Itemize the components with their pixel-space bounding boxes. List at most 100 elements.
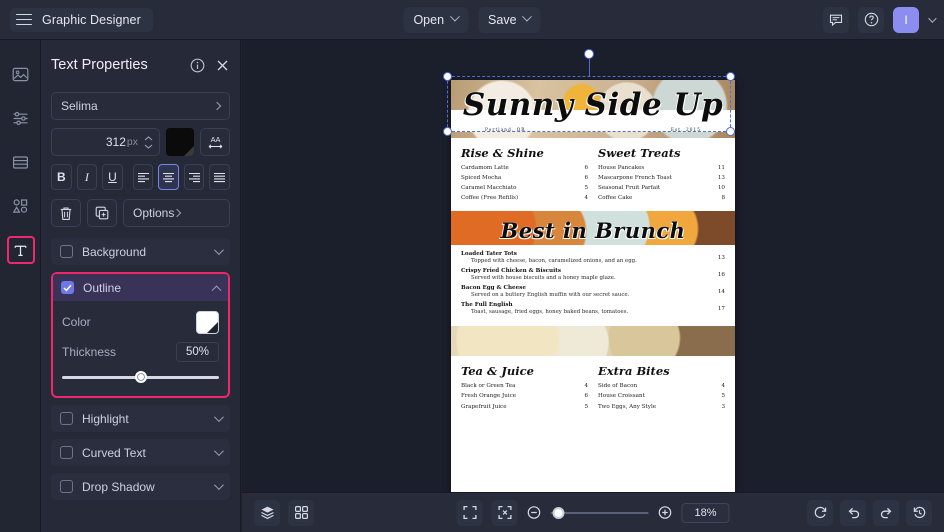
letter-spacing-button[interactable]: AA (200, 128, 230, 156)
menu-column-rise-and-shine[interactable]: Rise & Shine Cardamom Latte 6 Spiced Moc… (461, 146, 588, 205)
zoom-in-button[interactable] (657, 505, 672, 520)
menu-item: Two Eggs, Any Style 3 (598, 404, 725, 411)
outline-color-swatch[interactable] (196, 311, 219, 334)
hamburger-icon[interactable] (16, 14, 32, 26)
delete-button[interactable] (51, 199, 81, 227)
item-price: 5 (578, 404, 588, 411)
font-size-unit: px (127, 136, 138, 148)
section-background[interactable]: Background (51, 238, 230, 265)
stepper-up-icon[interactable] (144, 136, 153, 141)
font-family-select[interactable]: Selima (51, 92, 230, 120)
chevron-up-icon[interactable] (212, 285, 222, 295)
align-center-button[interactable] (158, 164, 179, 190)
avatar[interactable]: I (893, 7, 919, 33)
item-price: 13 (712, 175, 725, 182)
document-title-object[interactable]: Sunny Side Up (451, 90, 735, 121)
font-size-stepper[interactable] (144, 136, 153, 149)
chevron-down-icon[interactable] (214, 245, 224, 255)
section-curved-text[interactable]: Curved Text (51, 439, 230, 466)
account-chevron-down-icon[interactable] (928, 14, 936, 22)
item-name: Crispy Fried Chicken & Biscuits (461, 268, 725, 275)
file-actions: Open Save (403, 7, 540, 33)
item-price: 5 (578, 185, 588, 192)
menu-item: Grapefruit Juice 5 (461, 404, 588, 411)
history-button[interactable] (906, 500, 932, 526)
rail-item-images[interactable] (0, 52, 41, 96)
item-name: House Pancakes (598, 165, 712, 172)
brand-menu-button[interactable]: Graphic Designer (10, 8, 153, 32)
chevron-right-icon (213, 102, 221, 110)
menu-column-sweet-treats[interactable]: Sweet Treats House Pancakes 11 Mascarpon… (598, 146, 725, 205)
text-color-swatch[interactable] (166, 128, 194, 156)
save-button[interactable]: Save (478, 7, 541, 33)
background-checkbox[interactable] (60, 245, 73, 258)
zoom-slider[interactable] (550, 506, 648, 520)
align-left-button[interactable] (133, 164, 154, 190)
highlight-checkbox[interactable] (60, 412, 73, 425)
refresh-button[interactable] (807, 500, 833, 526)
zoom-controls: 18% (456, 500, 729, 526)
grid-button[interactable] (288, 500, 314, 526)
zoom-level-input[interactable]: 18% (681, 503, 729, 523)
info-button[interactable] (190, 58, 205, 73)
bottom-bar: 18% (242, 492, 944, 532)
stepper-down-icon[interactable] (144, 144, 153, 149)
align-justify-button[interactable] (209, 164, 230, 190)
comment-button[interactable] (823, 7, 849, 33)
rail-item-shapes[interactable] (0, 184, 41, 228)
slider-knob[interactable] (135, 371, 147, 383)
duplicate-button[interactable] (87, 199, 117, 227)
options-button[interactable]: Options (123, 199, 230, 227)
chevron-down-icon[interactable] (214, 446, 224, 456)
open-button[interactable]: Open (403, 7, 468, 33)
zoom-slider-knob[interactable] (552, 507, 564, 519)
section-drop-shadow[interactable]: Drop Shadow (51, 473, 230, 500)
item-price: 3 (715, 404, 725, 411)
layers-button[interactable] (254, 500, 280, 526)
document-artboard[interactable]: Sunny Side Up Portland, OR Est. 2015 Ris… (451, 80, 735, 493)
zoom-out-button[interactable] (526, 505, 541, 520)
menu-column-extra-bites[interactable]: Extra Bites Side of Bacon 4 House Croiss… (598, 364, 725, 413)
bold-button[interactable]: B (51, 164, 72, 190)
outline-thickness-slider[interactable] (62, 369, 219, 385)
align-center-icon (162, 172, 175, 183)
zoom-to-selection-icon (497, 505, 512, 520)
layout-icon (12, 154, 29, 171)
zoom-to-selection-button[interactable] (491, 500, 517, 526)
help-button[interactable] (858, 7, 884, 33)
section-highlight[interactable]: Highlight (51, 405, 230, 432)
close-button[interactable] (215, 58, 230, 73)
highlight-label: Highlight (82, 412, 214, 426)
chevron-down-icon[interactable] (214, 412, 224, 422)
bottom-left-tools (254, 500, 314, 526)
bold-label: B (57, 170, 66, 184)
chevron-down-icon[interactable] (214, 480, 224, 490)
menu-column-tea-and-juice[interactable]: Tea & Juice Black or Green Tea 4 Fresh O… (461, 364, 588, 413)
outline-header[interactable]: Outline (53, 274, 228, 301)
rail-item-text[interactable] (0, 228, 41, 272)
font-size-input[interactable]: 312 px (51, 128, 160, 156)
item-name: Fresh Orange Juice (461, 393, 578, 400)
redo-button[interactable] (873, 500, 899, 526)
item-name: Spiced Mocha (461, 175, 578, 182)
rail-item-layouts[interactable] (0, 140, 41, 184)
rail-item-adjustments[interactable] (0, 96, 41, 140)
menu-item: Fresh Orange Juice 6 (461, 393, 588, 400)
subtitle-right: Est. 2015 (671, 127, 701, 132)
fit-to-frame-button[interactable] (456, 500, 482, 526)
brunch-item: The Full English Toast, sausage, fried e… (461, 302, 725, 316)
align-right-icon (188, 172, 201, 183)
canvas-area[interactable]: Sunny Side Up Portland, OR Est. 2015 Ris… (242, 40, 944, 492)
rotate-handle[interactable] (584, 49, 594, 59)
item-name: Two Eggs, Any Style (598, 404, 715, 411)
drop-shadow-checkbox[interactable] (60, 480, 73, 493)
curved-text-checkbox[interactable] (60, 446, 73, 459)
underline-button[interactable]: U (102, 164, 123, 190)
italic-button[interactable]: I (77, 164, 98, 190)
outline-checkbox[interactable] (61, 281, 74, 294)
section-outline[interactable]: Outline Color Thickness 50% (51, 272, 230, 398)
shapes-icon (12, 198, 29, 215)
align-right-button[interactable] (184, 164, 205, 190)
outline-thickness-value[interactable]: 50% (176, 342, 219, 362)
undo-button[interactable] (840, 500, 866, 526)
